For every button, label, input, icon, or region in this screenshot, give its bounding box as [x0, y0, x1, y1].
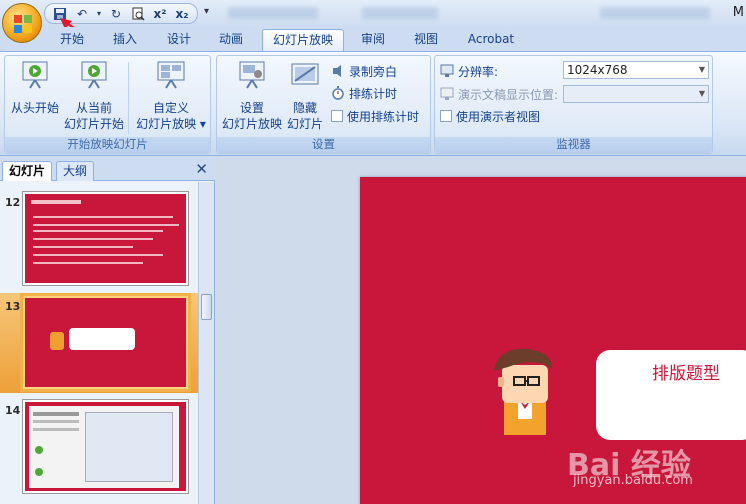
use-timings-checkbox[interactable]	[331, 110, 343, 122]
use-timings-label: 使用排练计时	[347, 109, 420, 124]
rehearse-timings-label: 排练计时	[349, 86, 398, 101]
setup-group-label: 设置	[217, 137, 430, 153]
hide-slide-button[interactable]: 隐藏 幻灯片	[285, 60, 325, 132]
resolution-label: 分辨率:	[458, 64, 499, 79]
close-icon[interactable]: ✕	[195, 160, 208, 178]
window-title: M	[732, 5, 744, 20]
office-logo-icon	[14, 15, 32, 33]
from-beginning-label: 从头开始	[10, 101, 59, 115]
microphone-icon	[331, 64, 345, 78]
slide-number: 14	[5, 404, 21, 417]
ribbon: 从头开始 从当前 幻灯片开始 自定义 幻灯片放映 ▾ 开始放映幻灯片 设置 幻灯…	[0, 51, 746, 156]
rehearse-timings-button[interactable]: 排练计时	[331, 84, 397, 102]
slide-number: 12	[5, 196, 21, 209]
slide-thumbnail-12[interactable]	[23, 192, 188, 285]
presenter-view-label: 使用演示者视图	[456, 109, 541, 124]
slide-title-text[interactable]: 排版题型	[652, 359, 720, 384]
setup-slideshow-button[interactable]: 设置 幻灯片放映	[219, 60, 285, 132]
presenter-view-checkbox[interactable]	[440, 110, 452, 122]
custom-label-1: 自定义	[152, 101, 189, 115]
blurred-title-right	[600, 7, 710, 19]
cartoon-character-illustration	[494, 348, 552, 435]
setup-label-2: 幻灯片放映	[221, 117, 282, 131]
record-narration-button[interactable]: 录制旁白	[331, 62, 397, 80]
tab-animations[interactable]: 动画	[214, 29, 248, 51]
subscript-icon[interactable]: x₂	[173, 5, 191, 22]
tab-slides[interactable]: 幻灯片	[2, 161, 53, 181]
slide-editing-canvas: 排版题型 Bai 经验 jingyan.baidu.com	[216, 157, 746, 504]
redo-icon[interactable]: ↻	[107, 5, 125, 22]
tab-outline[interactable]: 大纲	[56, 161, 95, 181]
slide-number: 13	[5, 300, 21, 313]
panel-scrollbar[interactable]	[198, 182, 214, 504]
chevron-down-icon: ▼	[698, 89, 705, 98]
setup-slideshow-icon	[237, 60, 267, 90]
from-current-label-1: 从当前	[75, 101, 112, 115]
tab-review[interactable]: 审阅	[356, 29, 390, 51]
from-current-label-2: 幻灯片开始	[63, 117, 124, 131]
print-preview-icon[interactable]	[129, 5, 147, 22]
hide-label-1: 隐藏	[292, 101, 317, 115]
tab-acrobat[interactable]: Acrobat	[462, 29, 520, 51]
slide-thumbnail-14[interactable]	[23, 400, 188, 493]
setup-label-1: 设置	[239, 101, 264, 115]
customize-qat-dropdown-icon[interactable]: ▾	[204, 6, 209, 17]
office-button[interactable]	[2, 3, 42, 43]
tab-home[interactable]: 开始	[55, 29, 89, 51]
tab-design[interactable]: 设计	[162, 29, 196, 51]
setup-group: 设置 幻灯片放映 隐藏 幻灯片 录制旁白 排练计时 使用排练计时 设置	[216, 55, 431, 154]
monitors-group: 分辨率: 1024x768 ▼ 演示文稿显示位置: ▼ 使用演示者视图 监视器	[434, 55, 713, 154]
panel-tabs: 幻灯片 大纲 ✕	[0, 157, 215, 181]
tab-view[interactable]: 视图	[409, 29, 443, 51]
monitors-group-label: 监视器	[435, 137, 712, 153]
blurred-title-left	[228, 7, 318, 19]
monitor-disabled-icon	[440, 87, 454, 101]
hide-slide-icon	[290, 60, 320, 90]
custom-slideshow-icon	[156, 60, 186, 90]
resolution-row: 分辨率:	[440, 62, 498, 80]
monitor-icon	[440, 64, 454, 78]
scrollbar-thumb[interactable]	[201, 294, 212, 320]
baidu-watermark-url: jingyan.baidu.com	[573, 473, 693, 488]
custom-label-2: 幻灯片放映 ▾	[136, 117, 206, 131]
play-from-current-icon	[79, 60, 109, 90]
start-slideshow-group-label: 开始放映幻灯片	[5, 137, 210, 153]
show-on-select[interactable]: ▼	[563, 85, 709, 103]
slides-panel: 幻灯片 大纲 ✕ 12 13 14	[0, 157, 215, 504]
tab-slide-show[interactable]: 幻灯片放映	[262, 29, 344, 51]
tab-insert[interactable]: 插入	[108, 29, 142, 51]
ribbon-tabs: 开始 插入 设计 动画 幻灯片放映 审阅 视图 Acrobat	[0, 27, 746, 51]
from-beginning-button[interactable]: 从头开始	[7, 60, 63, 116]
group-divider	[128, 62, 129, 134]
hide-label-2: 幻灯片	[286, 117, 323, 131]
superscript-icon[interactable]: x²	[151, 5, 169, 22]
blurred-title-mid	[362, 7, 438, 19]
show-on-label: 演示文稿显示位置:	[458, 87, 559, 102]
record-narration-label: 录制旁白	[349, 64, 398, 79]
presenter-view-checkbox-row[interactable]: 使用演示者视图	[440, 107, 540, 125]
show-on-row: 演示文稿显示位置:	[440, 85, 558, 103]
resolution-select[interactable]: 1024x768 ▼	[563, 61, 709, 79]
chevron-down-icon: ▼	[698, 65, 705, 74]
slide-thumbnail-13[interactable]	[23, 296, 188, 389]
custom-slideshow-button[interactable]: 自定义 幻灯片放映 ▾	[132, 60, 210, 132]
from-current-button[interactable]: 从当前 幻灯片开始	[61, 60, 127, 132]
resolution-value: 1024x768	[567, 63, 628, 77]
start-slideshow-group: 从头开始 从当前 幻灯片开始 自定义 幻灯片放映 ▾ 开始放映幻灯片	[4, 55, 211, 154]
slide-thumbnail-list: 12 13 14	[0, 182, 198, 504]
use-timings-checkbox-row[interactable]: 使用排练计时	[331, 107, 419, 125]
play-from-start-icon	[20, 60, 50, 90]
stopwatch-icon	[331, 86, 345, 100]
